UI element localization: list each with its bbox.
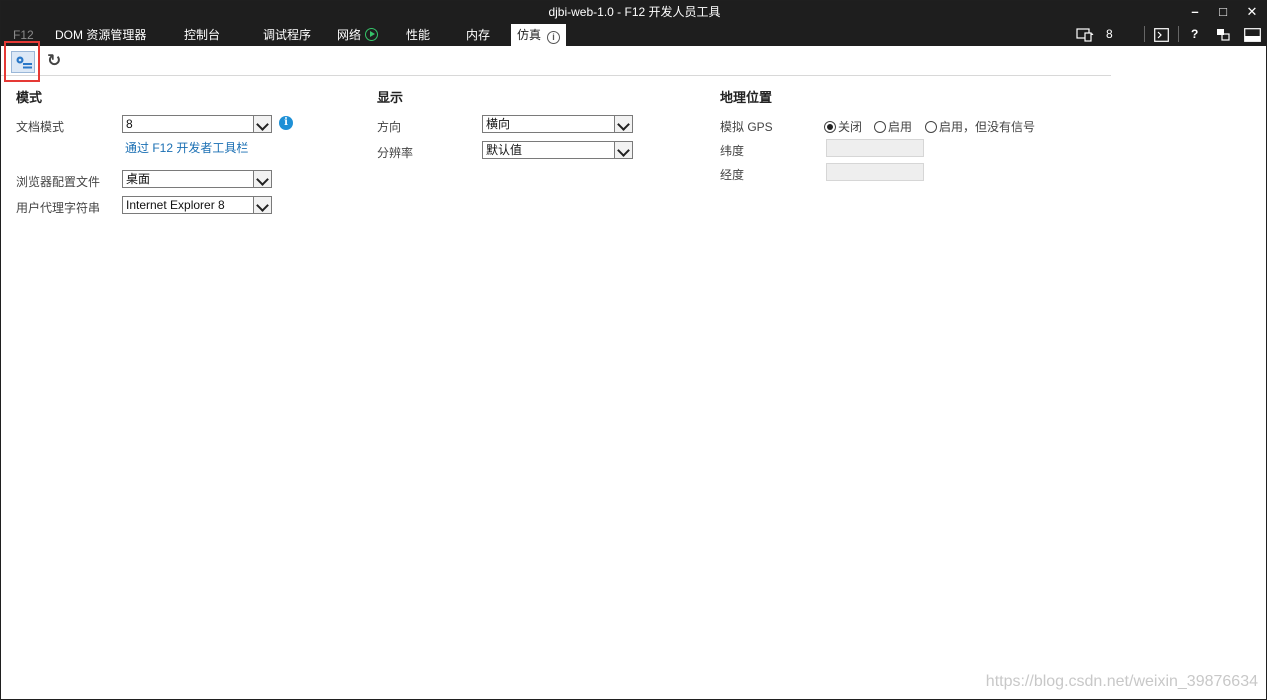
radio-unselected[interactable] [925, 121, 937, 133]
tab-console[interactable]: 控制台 [184, 24, 220, 46]
title-bar: djbi-web-1.0 - F12 开发人员工具 – □ ✕ [1, 1, 1267, 21]
resolution-value: 默认值 [486, 143, 523, 157]
tab-debugger[interactable]: 调试程序 [263, 24, 311, 46]
chevron-down-icon [253, 116, 271, 132]
latitude-input[interactable] [826, 139, 924, 157]
devtools-window: djbi-web-1.0 - F12 开发人员工具 – □ ✕ F12 DOM … [0, 0, 1267, 700]
gps-radio-on[interactable]: 启用 [874, 118, 912, 135]
display-heading: 显示 [377, 90, 404, 105]
gps-option-on: 启用 [888, 120, 913, 134]
gps-radio-nosignal[interactable]: 启用，但没有信号 [925, 118, 1035, 135]
doc-mode-select[interactable]: 8 [122, 115, 272, 133]
emulation-info-icon[interactable]: i [547, 31, 561, 44]
orientation-label: 方向 [377, 120, 402, 134]
doc-mode-link[interactable]: 通过 F12 开发者工具栏 [125, 139, 248, 156]
chevron-down-icon [614, 142, 632, 158]
longitude-input[interactable] [826, 163, 924, 181]
maximize-button[interactable]: □ [1209, 1, 1237, 21]
gps-option-off: 关闭 [838, 120, 863, 134]
radio-selected[interactable] [824, 121, 836, 133]
resolution-label: 分辨率 [377, 146, 414, 160]
browser-profile-label: 浏览器配置文件 [16, 175, 101, 189]
chevron-down-icon [614, 116, 632, 132]
latitude-label: 纬度 [720, 144, 745, 158]
separator [1144, 26, 1145, 42]
orientation-value: 横向 [486, 117, 511, 131]
dock-bottom-icon[interactable] [1244, 28, 1261, 42]
gps-radio-off[interactable]: 关闭 [824, 118, 862, 135]
help-icon[interactable]: ? [1191, 23, 1198, 45]
reset-undo-icon[interactable]: ↻ [47, 51, 61, 71]
longitude-label: 经度 [720, 168, 745, 182]
close-button[interactable]: ✕ [1238, 1, 1266, 21]
window-title: djbi-web-1.0 - F12 开发人员工具 [548, 5, 721, 19]
tab-emulation[interactable]: 仿真 i [511, 24, 567, 46]
target-monitor-icon[interactable] [1076, 28, 1094, 42]
info-icon[interactable]: i [279, 116, 293, 130]
tab-network[interactable]: 网络 [337, 24, 379, 46]
tab-emulation-label: 仿真 [517, 28, 542, 42]
chevron-down-icon [253, 197, 271, 213]
chevron-down-icon [253, 171, 271, 187]
gps-label: 模拟 GPS [720, 120, 773, 134]
resolution-select[interactable]: 默认值 [482, 141, 633, 159]
user-agent-select[interactable]: Internet Explorer 8 [122, 196, 272, 214]
emulation-toolbar [1, 46, 1111, 76]
mode-heading: 模式 [16, 90, 43, 105]
watermark: https://blog.csdn.net/weixin_39876634 [985, 673, 1258, 690]
user-agent-label: 用户代理字符串 [16, 201, 101, 215]
record-play-icon[interactable] [365, 28, 379, 41]
browser-profile-select[interactable]: 桌面 [122, 170, 272, 188]
browser-profile-value: 桌面 [126, 172, 151, 186]
target-count[interactable]: 8 [1106, 23, 1113, 45]
tab-dom-explorer[interactable]: DOM 资源管理器 [55, 24, 146, 46]
minimize-button[interactable]: – [1181, 1, 1209, 21]
orientation-select[interactable]: 横向 [482, 115, 633, 133]
highlight-box [4, 41, 40, 82]
tab-memory[interactable]: 内存 [466, 24, 490, 46]
separator [1178, 26, 1179, 42]
tab-performance[interactable]: 性能 [406, 24, 430, 46]
doc-mode-value: 8 [126, 117, 133, 131]
gps-option-nosignal: 启用，但没有信号 [939, 120, 1036, 134]
undock-icon[interactable] [1216, 28, 1231, 42]
doc-mode-label: 文档模式 [16, 120, 65, 134]
tab-network-label: 网络 [337, 28, 362, 42]
geolocation-heading: 地理位置 [720, 90, 773, 105]
console-icon[interactable] [1154, 28, 1169, 42]
user-agent-value: Internet Explorer 8 [126, 198, 225, 212]
radio-unselected[interactable] [874, 121, 886, 133]
